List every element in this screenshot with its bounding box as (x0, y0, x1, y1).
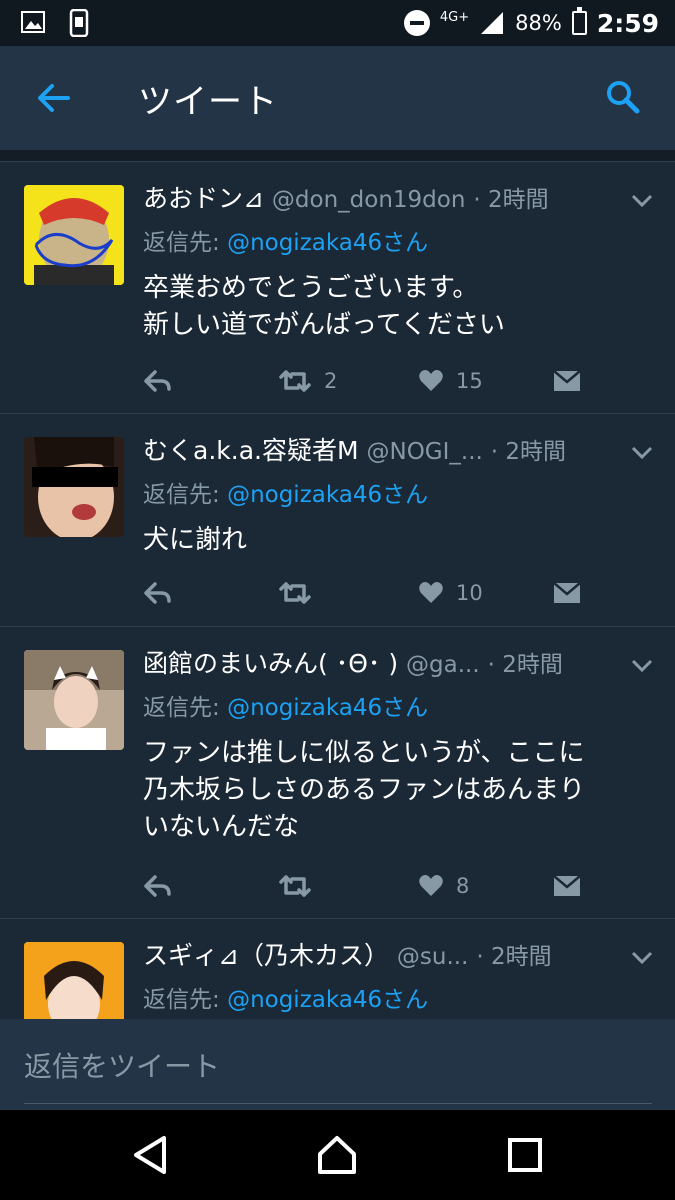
nav-back-icon[interactable] (128, 1132, 174, 1178)
avatar[interactable] (24, 437, 124, 537)
avatar[interactable] (24, 185, 124, 285)
battery-icon (571, 7, 587, 35)
retweet-icon (279, 582, 311, 604)
phone-notification-icon (69, 9, 89, 37)
tweet-author-name[interactable]: むくa.k.a.容疑者M (143, 436, 359, 465)
retweet-icon (279, 370, 311, 392)
mention-link[interactable]: @nogizaka46さん (227, 695, 428, 721)
envelope-icon (553, 875, 581, 896)
nav-recents-icon[interactable] (502, 1132, 548, 1178)
chevron-down-icon[interactable] (631, 446, 653, 460)
tweet-actions: 10 (143, 578, 643, 608)
clock: 2:59 (596, 8, 659, 38)
mention-link[interactable]: @nogizaka46さん (227, 482, 428, 508)
tweet-timestamp: · 2時間 (473, 187, 549, 213)
tweet-author-name[interactable]: あおドン⊿ (143, 184, 264, 213)
tweet-author-name[interactable]: スギィ⊿（乃木カス） (143, 941, 389, 970)
tweet-item[interactable]: スギィ⊿（乃木カス） @su... · 2時間 返信先: @nogizaka46… (0, 918, 675, 1020)
tweet-item[interactable]: むくa.k.a.容疑者M @NOGI_... · 2時間 返信先: @nogiz… (0, 413, 675, 627)
mention-link[interactable]: @nogizaka46さん (227, 987, 428, 1013)
tweet-timestamp: · 2時間 (487, 652, 563, 678)
reply-composer: 返信をツイート (0, 1019, 675, 1110)
chevron-down-icon[interactable] (631, 951, 653, 965)
reply-context: 返信先: @nogizaka46さん (143, 987, 429, 1013)
heart-icon (419, 370, 443, 391)
tweet-item[interactable]: あおドン⊿ @don_don19don · 2時間 返信先: @nogizaka… (0, 161, 675, 414)
system-nav-bar (0, 1110, 675, 1200)
back-arrow-icon[interactable] (36, 82, 72, 114)
tweet-author-handle[interactable]: @NOGI_... (366, 439, 482, 465)
status-bar: 4G+ 88% 2:59 (0, 0, 675, 46)
retweet-button[interactable] (278, 578, 324, 608)
search-icon[interactable] (605, 79, 641, 115)
reply-context: 返信先: @nogizaka46さん (143, 482, 429, 508)
direct-message-button[interactable] (553, 871, 581, 901)
retweet-button[interactable]: 2 (278, 366, 337, 396)
envelope-icon (553, 370, 581, 391)
nav-home-icon[interactable] (314, 1132, 360, 1178)
direct-message-button[interactable] (553, 578, 581, 608)
reply-icon (144, 370, 171, 392)
retweet-button[interactable] (278, 871, 324, 901)
reply-button[interactable] (143, 578, 173, 608)
like-count: 8 (456, 874, 470, 898)
heart-icon (419, 875, 443, 896)
like-count: 15 (456, 369, 483, 393)
avatar[interactable] (24, 942, 124, 1020)
retweet-count: 2 (324, 369, 338, 393)
network-type: 4G+ (439, 9, 470, 25)
reply-context: 返信先: @nogizaka46さん (143, 230, 429, 256)
envelope-icon (553, 582, 581, 603)
gallery-notification-icon (21, 11, 45, 33)
chevron-down-icon[interactable] (631, 194, 653, 208)
separator (0, 150, 675, 160)
tweet-author-handle[interactable]: @don_don19don (272, 187, 466, 213)
tweet-author-handle[interactable]: @ga... (406, 652, 480, 678)
like-button[interactable]: 8 (418, 871, 469, 901)
tweet-item[interactable]: 函館のまいみん( ･Θ･ ) @ga... · 2時間 返信先: @nogiza… (0, 626, 675, 919)
tweet-timestamp: · 2時間 (490, 439, 567, 465)
like-button[interactable]: 15 (418, 366, 483, 396)
direct-message-button[interactable] (553, 366, 581, 396)
reply-button[interactable] (143, 871, 173, 901)
reply-icon (144, 582, 171, 604)
tweet-text: 卒業おめでとうございます。 新しい道でがんばってください (143, 273, 505, 340)
avatar[interactable] (24, 650, 124, 750)
like-button[interactable]: 10 (418, 578, 483, 608)
tweet-actions: 8 (143, 871, 643, 901)
tweet-text: ファンは推しに似るというが、ここに 乃木坂らしさのあるファンはあんまり いないん… (143, 738, 586, 842)
battery-percent: 88% (515, 11, 562, 35)
signal-icon (481, 12, 504, 34)
tweet-author-handle[interactable]: @su... (397, 944, 469, 970)
app-header: ツイート (0, 46, 675, 150)
reply-context: 返信先: @nogizaka46さん (143, 695, 429, 721)
tweet-author-name[interactable]: 函館のまいみん( ･Θ･ ) (143, 649, 398, 678)
reply-input[interactable]: 返信をツイート (24, 1045, 652, 1104)
page-title: ツイート (138, 82, 278, 122)
retweet-icon (279, 875, 311, 897)
tweet-text: 犬に謝れ (143, 525, 248, 555)
reply-icon (144, 875, 171, 897)
tweet-timestamp: · 2時間 (476, 944, 552, 970)
mention-link[interactable]: @nogizaka46さん (227, 230, 428, 256)
chevron-down-icon[interactable] (631, 659, 653, 673)
like-count: 10 (456, 581, 483, 605)
do-not-disturb-icon (403, 10, 430, 36)
tweet-actions: 2 15 (143, 366, 643, 396)
reply-button[interactable] (143, 366, 173, 396)
heart-icon (419, 582, 443, 603)
